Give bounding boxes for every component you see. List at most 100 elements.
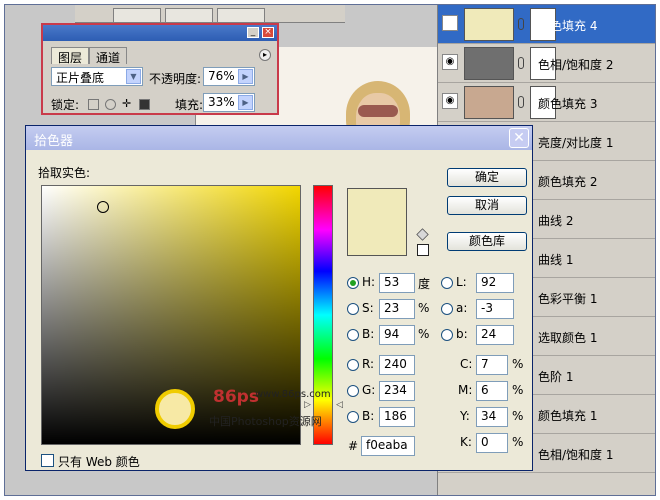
- document-tab[interactable]: [217, 8, 265, 22]
- cancel-button[interactable]: 取消: [447, 196, 527, 215]
- black-label: K:: [460, 435, 472, 449]
- hex-label: #: [348, 439, 359, 453]
- layer-name: 色彩平衡 1: [538, 292, 598, 306]
- brightness-input[interactable]: 94: [379, 325, 415, 345]
- fill-input[interactable]: 33% ▶: [203, 93, 255, 112]
- web-safe-swatch[interactable]: [417, 244, 429, 256]
- saturation-unit: %: [418, 301, 430, 315]
- red-label: R:: [362, 357, 375, 371]
- watermark-logo-text: 86ps: [213, 387, 259, 407]
- layer-row[interactable]: ◉ 颜色填充 3: [438, 83, 655, 122]
- blend-mode-value: 正片叠底: [56, 71, 105, 85]
- yellow-unit: %: [512, 409, 524, 423]
- dialog-title: 拾色器: [34, 134, 74, 149]
- layer-name: 选取颜色 1: [538, 331, 598, 345]
- app-frame: _ × 图层 通道 ▸ 正片叠底 ▼ 不透明度: 76% ▶ 锁定: ✛ 填充:…: [4, 4, 656, 496]
- a-channel-input[interactable]: -3: [476, 299, 514, 319]
- layer-thumbnail: [464, 8, 514, 41]
- close-button[interactable]: ×: [262, 27, 274, 38]
- cyan-input[interactable]: 7: [476, 355, 508, 375]
- yellow-input[interactable]: 34: [476, 407, 508, 427]
- link-icon[interactable]: [518, 18, 524, 30]
- hue-input[interactable]: 53: [379, 273, 415, 293]
- radio-red[interactable]: [347, 359, 359, 371]
- magenta-unit: %: [512, 383, 524, 397]
- link-icon[interactable]: [518, 57, 524, 69]
- link-icon[interactable]: [518, 96, 524, 108]
- web-colors-only-label: 只有 Web 颜色: [58, 455, 140, 469]
- layer-name: 颜色填充 4: [538, 19, 598, 33]
- radio-a-channel[interactable]: [441, 303, 453, 315]
- tab-channels[interactable]: 通道: [89, 47, 128, 65]
- hex-input[interactable]: f0eaba: [361, 436, 415, 456]
- document-tab[interactable]: [165, 8, 213, 22]
- new-color-swatch: [347, 188, 407, 256]
- eye-icon[interactable]: ◉: [442, 15, 458, 31]
- layer-name: 色相/饱和度 2: [538, 58, 614, 72]
- black-unit: %: [512, 435, 524, 449]
- layer-name: 色阶 1: [538, 370, 574, 384]
- layer-row[interactable]: ◉ 颜色填充 4: [438, 5, 655, 44]
- color-cursor[interactable]: [97, 201, 109, 213]
- layer-name: 颜色填充 2: [538, 175, 598, 189]
- pick-solid-label: 拾取实色:: [38, 166, 91, 180]
- web-colors-only-checkbox[interactable]: [41, 454, 54, 467]
- lightness-input[interactable]: 92: [476, 273, 514, 293]
- fill-label: 填充:: [175, 98, 204, 112]
- gamut-warning-icon[interactable]: [416, 228, 429, 241]
- radio-brightness[interactable]: [347, 329, 359, 341]
- watermark-logo: [155, 389, 195, 429]
- document-tabs: [75, 5, 345, 23]
- hue-unit: 度: [418, 277, 431, 291]
- opacity-input[interactable]: 76% ▶: [203, 67, 255, 86]
- yellow-label: Y:: [460, 409, 470, 423]
- lock-label: 锁定:: [51, 98, 80, 112]
- hue-slider-right-arrow-icon[interactable]: ◁: [336, 400, 343, 410]
- layer-row[interactable]: ◉ 色相/饱和度 2: [438, 44, 655, 83]
- radio-saturation[interactable]: [347, 303, 359, 315]
- red-input[interactable]: 240: [379, 355, 415, 375]
- layer-name: 亮度/对比度 1: [538, 136, 614, 150]
- green-input[interactable]: 234: [379, 381, 415, 401]
- radio-lightness[interactable]: [441, 277, 453, 289]
- radio-blue[interactable]: [347, 411, 359, 423]
- chevron-right-icon: ▶: [238, 95, 253, 110]
- layer-name: 曲线 2: [538, 214, 574, 228]
- ok-button[interactable]: 确定: [447, 168, 527, 187]
- document-tab[interactable]: [113, 8, 161, 22]
- saturation-input[interactable]: 23: [379, 299, 415, 319]
- blue-label: B:: [362, 409, 375, 423]
- dialog-titlebar[interactable]: 拾色器 ✕: [26, 126, 532, 150]
- lock-all-icon[interactable]: [139, 99, 150, 110]
- blend-mode-select[interactable]: 正片叠底 ▼: [51, 67, 143, 86]
- magenta-input[interactable]: 6: [476, 381, 508, 401]
- lock-move-icon[interactable]: ✛: [122, 98, 133, 110]
- palette-menu-icon[interactable]: ▸: [259, 49, 271, 61]
- black-input[interactable]: 0: [476, 433, 508, 453]
- tab-layers[interactable]: 图层: [51, 47, 90, 65]
- lightness-label: L:: [456, 275, 467, 289]
- lock-paint-icon[interactable]: [105, 99, 116, 110]
- close-button[interactable]: ✕: [509, 128, 529, 148]
- minimize-button[interactable]: _: [247, 27, 259, 38]
- blue-input[interactable]: 186: [379, 407, 415, 427]
- b-channel-input[interactable]: 24: [476, 325, 514, 345]
- radio-green[interactable]: [347, 385, 359, 397]
- color-library-button[interactable]: 颜色库: [447, 232, 527, 251]
- brightness-label: B:: [362, 327, 375, 341]
- lock-transparent-icon[interactable]: [88, 99, 99, 110]
- eye-icon[interactable]: ◉: [442, 93, 458, 109]
- layer-thumbnail: [464, 47, 514, 80]
- magenta-label: M:: [458, 383, 473, 397]
- watermark-site-name: 中国Photoshop资源网: [209, 415, 322, 428]
- layer-thumbnail: [464, 86, 514, 119]
- radio-hue[interactable]: [347, 277, 359, 289]
- brightness-unit: %: [418, 327, 430, 341]
- watermark-url: www.86ps.com: [255, 389, 331, 400]
- layer-name: 颜色填充 3: [538, 97, 598, 111]
- cyan-unit: %: [512, 357, 524, 371]
- palette-titlebar[interactable]: _ ×: [43, 25, 277, 41]
- eye-icon[interactable]: ◉: [442, 54, 458, 70]
- opacity-label: 不透明度:: [149, 72, 202, 86]
- radio-b-channel[interactable]: [441, 329, 453, 341]
